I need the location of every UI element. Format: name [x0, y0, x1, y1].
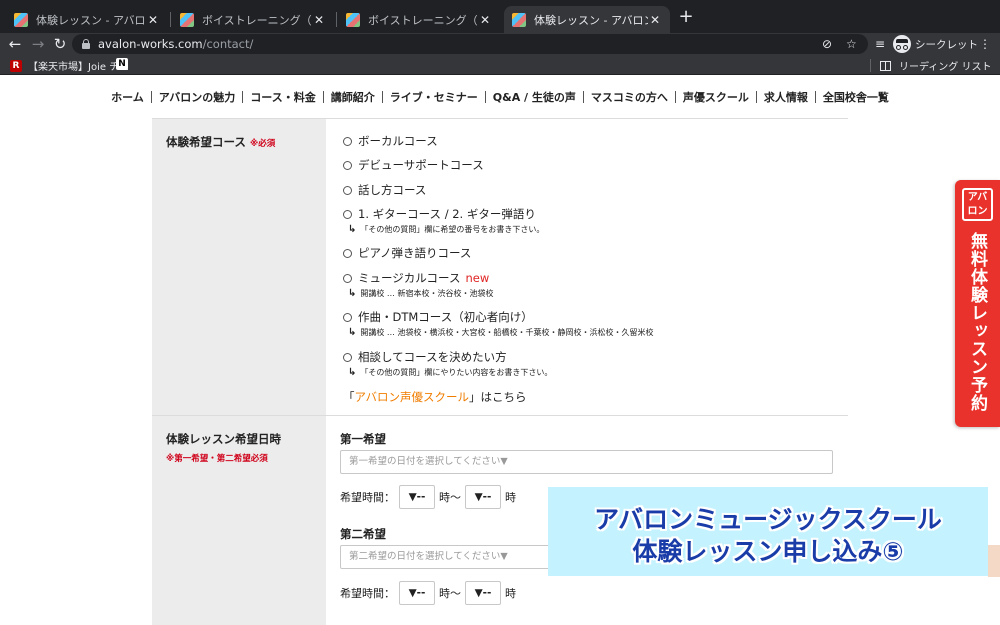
- radio-button[interactable]: [343, 248, 352, 258]
- nav-item-appeal[interactable]: アバロンの魅力: [152, 89, 243, 105]
- first-start-hour-select[interactable]: ▼--: [399, 485, 435, 509]
- bookmarks-bar: R 【楽天市場】Joie チ… N リーディング リスト: [0, 55, 1000, 75]
- more-menu-icon[interactable]: ⋮: [978, 34, 992, 54]
- date-field-label: 体験レッスン希望日時: [166, 432, 281, 446]
- close-icon[interactable]: ✕: [312, 13, 326, 27]
- caption-line-1: アバロンミュージックスクール: [594, 505, 942, 534]
- tab-title: 体験レッスン - アバロン・ミュージ: [36, 13, 146, 27]
- reload-icon[interactable]: ↻: [51, 34, 69, 54]
- course-note-consult: ↳ 「その他の質問」欄にやりたい内容をお書き下さい。: [348, 367, 553, 378]
- seiyu-school-link-line: 「アバロン声優スクール」はこちら: [343, 390, 527, 404]
- nav-item-home[interactable]: ホーム: [104, 89, 151, 105]
- browser-tab-3[interactable]: ボイストレーニング（ボイトレ）の ✕: [338, 6, 500, 33]
- first-choice-time-row: 希望時間： ▼-- 時〜 ▼-- 時: [340, 485, 516, 509]
- notion-icon: N: [116, 58, 128, 70]
- favicon-icon: [512, 12, 526, 27]
- course-option-consult[interactable]: 相談してコースを決めたい方: [343, 349, 507, 365]
- course-note-composition: ↳ 開講校 … 池袋校・横浜校・大宮校・船橋校・千葉校・静岡校・浜松校・久留米校: [348, 327, 654, 338]
- url-text[interactable]: avalon-works.com/contact/: [98, 37, 253, 51]
- first-choice-title: 第一希望: [340, 432, 386, 446]
- nav-item-live-seminar[interactable]: ライブ・セミナー: [383, 89, 485, 105]
- second-choice-title: 第二希望: [340, 527, 386, 541]
- avalon-logo: アバロン: [962, 188, 993, 221]
- star-icon[interactable]: ☆: [846, 35, 857, 53]
- nav-item-qa[interactable]: Q&A / 生徒の声: [486, 89, 583, 105]
- address-bar[interactable]: avalon-works.com/contact/ ⊘ ☆: [72, 34, 868, 54]
- tab-title: 体験レッスン - アバロン・ミュージ: [534, 13, 648, 27]
- nav-item-press[interactable]: マスコミの方へ: [584, 89, 675, 105]
- free-trial-reservation-label: 無料体験レッスン予約: [967, 232, 987, 412]
- favicon-icon: [14, 12, 28, 27]
- second-choice-time-row: 希望時間： ▼-- 時〜 ▼-- 時: [340, 581, 516, 605]
- reading-list-icon: [880, 60, 891, 71]
- radio-button[interactable]: [343, 136, 352, 146]
- label-column: [152, 118, 326, 625]
- close-icon[interactable]: ✕: [648, 13, 662, 27]
- date-required-note: ※第一希望・第二希望必須: [166, 454, 268, 464]
- radio-button[interactable]: [343, 352, 352, 362]
- nav-item-courses[interactable]: コース・料金: [243, 89, 322, 105]
- return-arrow-icon: ↳: [348, 224, 357, 235]
- return-arrow-icon: ↳: [348, 288, 357, 299]
- partial-image-edge: [988, 545, 1000, 577]
- seiyu-school-link[interactable]: アバロン声優スクール: [355, 390, 470, 404]
- radio-button[interactable]: [343, 273, 352, 283]
- bookmark-notion[interactable]: N: [116, 58, 128, 70]
- course-option-debut-support[interactable]: デビューサポートコース: [343, 157, 484, 173]
- course-note-musical: ↳ 開講校 … 新宿本校・渋谷校・池袋校: [348, 288, 494, 299]
- tab-title: ボイストレーニング（ボイトレ）の: [368, 13, 478, 27]
- close-icon[interactable]: ✕: [478, 13, 492, 27]
- tab-title: ボイストレーニング（ボイトレ）の: [202, 13, 312, 27]
- new-badge: new: [465, 271, 490, 285]
- bookmark-rakuten[interactable]: R 【楽天市場】Joie チ…: [10, 58, 129, 73]
- nav-item-voice-school[interactable]: 声優スクール: [676, 89, 756, 105]
- course-option-piano[interactable]: ピアノ弾き語りコース: [343, 245, 471, 261]
- back-arrow-icon[interactable]: ←: [6, 34, 24, 54]
- media-list-icon[interactable]: ≡: [872, 34, 888, 54]
- favicon-icon: [346, 12, 360, 27]
- favicon-icon: [180, 12, 194, 27]
- incognito-label: シークレット: [915, 39, 978, 51]
- first-choice-date-input[interactable]: 第一希望の日付を選択してください▼: [340, 450, 833, 474]
- radio-button[interactable]: [343, 209, 352, 219]
- eye-off-icon[interactable]: ⊘: [822, 35, 832, 53]
- course-field-label: 体験希望コース ※必須: [166, 135, 276, 149]
- caption-line-2: 体験レッスン申し込み⑤: [632, 537, 904, 566]
- return-arrow-icon: ↳: [348, 367, 357, 378]
- browser-tab-1[interactable]: 体験レッスン - アバロン・ミュージ ✕: [6, 6, 168, 33]
- course-option-speaking[interactable]: 話し方コース: [343, 182, 426, 198]
- browser-tab-bar: 体験レッスン - アバロン・ミュージ ✕ ボイストレーニング（ボイトレ）の ✕ …: [0, 0, 1000, 33]
- nav-item-jobs[interactable]: 求人情報: [757, 89, 815, 105]
- second-start-hour-select[interactable]: ▼--: [399, 581, 435, 605]
- browser-tab-2[interactable]: ボイストレーニング（ボイトレ）の ✕: [172, 6, 334, 33]
- browser-tab-4-active[interactable]: 体験レッスン - アバロン・ミュージ ✕: [504, 6, 670, 33]
- course-option-musical[interactable]: ミュージカルコース new: [343, 270, 489, 286]
- second-end-hour-select[interactable]: ▼--: [465, 581, 501, 605]
- course-option-vocal[interactable]: ボーカルコース: [343, 133, 438, 149]
- course-option-composition-dtm[interactable]: 作曲・DTMコース（初心者向け）: [343, 309, 533, 325]
- free-trial-reservation-tab[interactable]: アバロン 無料体験レッスン予約: [955, 180, 1000, 427]
- first-end-hour-select[interactable]: ▼--: [465, 485, 501, 509]
- site-navigation: ホーム アバロンの魅力 コース・料金 講師紹介 ライブ・セミナー Q&A / 生…: [0, 76, 1000, 118]
- nav-item-instructors[interactable]: 講師紹介: [324, 89, 382, 105]
- nav-item-campuses[interactable]: 全国校舎一覧: [816, 89, 896, 105]
- forward-arrow-icon[interactable]: →: [29, 34, 47, 54]
- incognito-icon[interactable]: [893, 35, 911, 53]
- radio-button[interactable]: [343, 185, 352, 195]
- close-icon[interactable]: ✕: [146, 13, 160, 27]
- new-tab-button[interactable]: +: [678, 8, 694, 26]
- return-arrow-icon: ↳: [348, 327, 357, 338]
- course-note-guitar: ↳ 「その他の質問」欄に希望の番号をお書き下さい。: [348, 224, 545, 235]
- radio-button[interactable]: [343, 160, 352, 170]
- radio-button[interactable]: [343, 312, 352, 322]
- browser-toolbar: ← → ↻ avalon-works.com/contact/ ⊘ ☆ ≡ シー…: [0, 33, 1000, 55]
- rakuten-icon: R: [10, 59, 22, 72]
- lock-icon: [82, 39, 90, 49]
- required-mark: ※必須: [249, 139, 276, 149]
- course-option-guitar[interactable]: 1. ギターコース / 2. ギター弾語り: [343, 206, 536, 222]
- reading-list-button[interactable]: リーディング リスト: [880, 58, 991, 73]
- caption-overlay: アバロンミュージックスクール 体験レッスン申し込み⑤: [548, 487, 988, 576]
